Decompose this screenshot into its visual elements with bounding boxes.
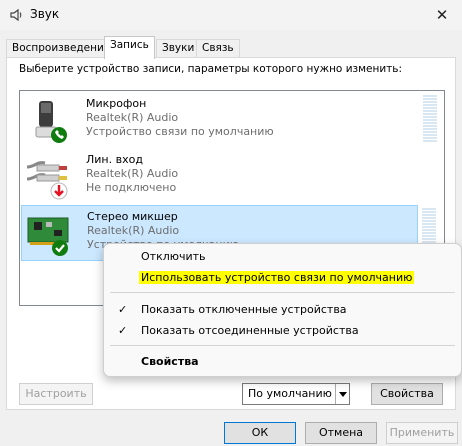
menu-separator xyxy=(110,292,455,293)
title-bar: Звук ✕ xyxy=(0,0,462,30)
device-line-in[interactable]: Лин. вход Realtek(R) Audio Не подключено xyxy=(21,149,418,205)
tab-playback[interactable]: Воспроизведение xyxy=(6,39,117,58)
checkmark-icon: ✓ xyxy=(118,324,128,337)
chevron-down-icon[interactable] xyxy=(335,384,349,404)
speaker-icon xyxy=(10,8,22,22)
microphone-icon xyxy=(35,101,67,143)
context-menu: Отключить Использовать устройство связи … xyxy=(103,243,462,377)
menu-item-disable[interactable]: Отключить xyxy=(141,250,206,263)
tab-communications[interactable]: Связь xyxy=(196,39,240,58)
checkmark-icon: ✓ xyxy=(118,303,128,316)
menu-separator xyxy=(110,345,455,346)
tab-recording[interactable]: Запись xyxy=(104,36,155,59)
configure-button[interactable]: Настроить xyxy=(19,383,93,405)
apply-button[interactable]: Применить xyxy=(386,422,458,444)
menu-item-show-disconnected[interactable]: Показать отсоединенные устройства xyxy=(141,324,359,337)
device-status: Устройство связи по умолчанию xyxy=(86,125,274,138)
menu-item-set-default-communication[interactable]: Использовать устройство связи по умолчан… xyxy=(139,271,415,284)
menu-item-show-disabled[interactable]: Показать отключенные устройства xyxy=(141,303,347,316)
device-microphone[interactable]: Микрофон Realtek(R) Audio Устройство свя… xyxy=(21,93,437,149)
device-name: Микрофон xyxy=(86,97,147,110)
panel-instruction: Выберите устройство записи, параметры ко… xyxy=(19,63,403,75)
sound-card-icon xyxy=(27,217,69,256)
tab-sounds[interactable]: Звуки xyxy=(156,39,201,58)
level-meter xyxy=(423,95,437,145)
close-button[interactable]: ✕ xyxy=(422,0,462,30)
menu-item-properties[interactable]: Свойства xyxy=(141,355,199,368)
device-driver: Realtek(R) Audio xyxy=(86,167,179,180)
device-name: Стерео микшер xyxy=(87,210,178,223)
set-default-split-button[interactable]: По умолчанию xyxy=(242,383,350,405)
device-driver: Realtek(R) Audio xyxy=(87,224,180,237)
ok-button[interactable]: ОК xyxy=(224,422,296,444)
cancel-button[interactable]: Отмена xyxy=(305,422,377,444)
checkmark-badge xyxy=(52,240,68,256)
window-title: Звук xyxy=(30,7,60,21)
device-status: Не подключено xyxy=(86,181,177,194)
properties-button[interactable]: Свойства xyxy=(371,383,443,405)
device-driver: Realtek(R) Audio xyxy=(86,111,179,124)
line-in-icon xyxy=(26,161,68,200)
close-icon: ✕ xyxy=(435,6,449,24)
set-default-label: По умолчанию xyxy=(248,387,332,400)
device-name: Лин. вход xyxy=(86,153,143,166)
